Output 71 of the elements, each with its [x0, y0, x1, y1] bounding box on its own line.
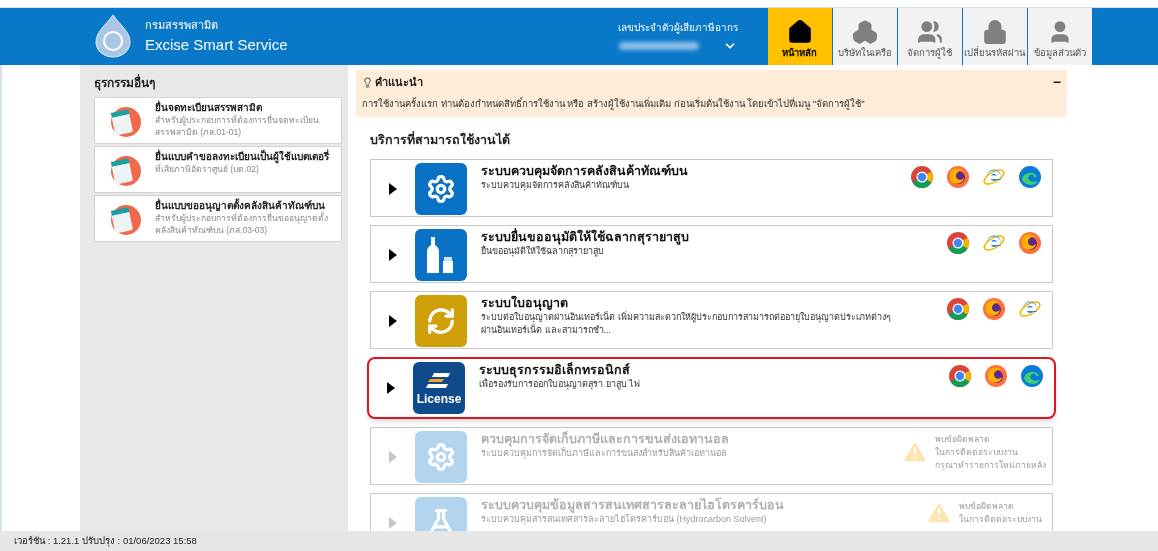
lightbulb-icon — [362, 76, 373, 88]
app-title: Excise Smart Service — [145, 34, 288, 55]
services-heading: บริการที่สามารถใช้งานได้ — [370, 130, 511, 149]
service-title: ระบบยื่นขออนุมัติให้ใช้ฉลากสุรายาสูบ — [481, 228, 690, 245]
version-text: เวอร์ชัน : 1.21.1 ปรับปรุง : 01/06/2023 15:58 — [14, 533, 197, 549]
department-name: กรมสรรพสามิต — [145, 18, 219, 33]
sidebar-item[interactable]: ยื่นจดทะเบียนสรรพสามิต สำหรับผู้ประกอบการที่ต้องการยื่นจดทะเบียนสรรพสามิต (ภส.01-01) — [94, 97, 342, 144]
sidebar-item[interactable]: ยื่นแบบคำขอลงทะเบียนเป็นผู้ใช้แบตเตอรี่ ที่เสียภาษีอัตราศูนย์ (บต.02) — [94, 146, 342, 193]
lock-icon[interactable] — [981, 18, 1008, 45]
chrome-icon — [910, 164, 934, 189]
firefox-icon — [982, 296, 1006, 321]
gear-icon — [415, 162, 467, 215]
service-description: ยื่นขออนุมัติให้ใช้ฉลากสุรายาสูบ — [481, 245, 605, 258]
service-card[interactable]: ระบบยื่นขออนุมัติให้ใช้ฉลากสุรายาสูบ ยื่นขออนุมัติให้ใช้ฉลากสุรายาสูบ — [370, 224, 1053, 283]
item-title: ยื่นจดทะเบียนสรรพสามิต — [155, 102, 263, 114]
service-title: ควบคุมการจัดเก็บภาษีและการขนส่งเอทานอล — [481, 430, 730, 447]
error-message: ในการติดต่อระบบงาน — [959, 512, 1042, 526]
service-card[interactable]: ระบบใบอนุญาต ระบบต่อใบอนุญาตผ่านอินเทอร์เน็ต เพิ่มความสะดวกให้ผู้ประกอบการสามารถต่ออายุใบอนุญาตประเภทต่างๆ ผ่านอินเทอร์เน็ต และสามารถชำ... — [370, 290, 1053, 349]
form-icon — [108, 203, 142, 237]
play-triangle-icon[interactable] — [387, 381, 395, 394]
advice-text: การใช้งานครั้งแรก ท่านต้องกำหนดสิทธิ์การใช้งาน หรือ สร้างผู้ใช้งานเพิ่มเติม ก่อนเริ่มต้นใช้งาน โดยเข้าไปที่เมนู "จัดการผู้ใช้" — [362, 96, 866, 111]
service-description: ระบบควบคุมการจัดเก็บภาษีและการขนส่งสำหรับสินค้าเอทานอล — [481, 446, 727, 460]
taxpayer-id-label: เลขประจำตัวผู้เสียภาษีอากร — [617, 21, 738, 35]
nav-tab[interactable]: บริษัทในเครือ — [832, 8, 897, 65]
error-message: พบข้อผิดพลาด — [935, 432, 991, 446]
sidebar-item[interactable]: ยื่นแบบขออนุญาตตั้งคลังสินค้าทัณฑ์บน สำหรับผู้ประกอบการที่ต้องการยื่นขออนุญาตตั้งคลังสินค้าทัณฑ์บน (ภส.03-03) — [94, 195, 342, 242]
nav-tab[interactable]: เปลี่ยนรหัสผ่าน — [962, 8, 1027, 65]
collapse-button[interactable]: − — [1052, 75, 1061, 90]
service-card[interactable]: License ระบบธุรกรรมอิเล็กทรอนิกส์ เพื่อรองรับการออกใบอนุญาตสุรา ยาสูบ ไพ่ — [367, 356, 1056, 419]
bottle-icon — [415, 228, 467, 281]
license-logo: License — [413, 361, 465, 414]
nav-tab[interactable]: หน้าหลัก — [767, 8, 832, 65]
nav-tab[interactable]: จัดการผู้ใช้ — [897, 8, 962, 65]
play-triangle-icon[interactable] — [389, 248, 397, 261]
item-description: สำหรับผู้ประกอบการที่ต้องการยื่นขออนุญาตตั้งคลังสินค้าทัณฑ์บน (ภส.03-03) — [155, 212, 329, 236]
form-icon — [108, 105, 142, 139]
error-message: กรุณาทำรายการใหม่ภายหลัง — [935, 458, 1046, 472]
chrome-icon — [948, 363, 972, 388]
service-description: ระบบต่อใบอนุญาตผ่านอินเทอร์เน็ต เพิ่มความสะดวกให้ผู้ประกอบการสามารถต่ออายุใบอนุญาตประเภทต่างๆ ผ่านอินเทอร์เน็ต และสามารถชำ... — [481, 310, 892, 337]
firefox-icon — [946, 164, 970, 189]
service-description: เพื่อรองรับการออกใบอนุญาตสุรา ยาสูบ ไพ่ — [479, 378, 641, 391]
item-description: สำหรับผู้ประกอบการที่ต้องการยื่นจดทะเบียนสรรพสามิต (ภส.01-01) — [155, 114, 320, 138]
emblem-logo — [95, 14, 131, 58]
home-icon[interactable] — [786, 18, 813, 45]
service-title: ระบบควบคุมจัดการคลังสินค้าทัณฑ์บน — [481, 162, 689, 179]
play-triangle-icon[interactable] — [389, 314, 397, 327]
error-message: ในการติดต่อระบบงาน — [935, 445, 1019, 459]
service-title: ระบบควบคุมข้อมูลสารสนเทศสารละลายไฮโดรคาร์บอน — [481, 496, 785, 513]
firefox-icon — [1018, 230, 1042, 255]
play-triangle-icon[interactable] — [389, 182, 397, 195]
refresh-icon — [415, 294, 467, 347]
edge-icon — [1020, 363, 1044, 388]
item-title: ยื่นแบบขออนุญาตตั้งคลังสินค้าทัณฑ์บน — [155, 200, 326, 212]
boxes-icon[interactable] — [851, 18, 878, 45]
item-title: ยื่นแบบคำขอลงทะเบียนเป็นผู้ใช้แบตเตอรี่ — [155, 151, 329, 163]
users-icon[interactable] — [916, 18, 943, 45]
edge-icon — [1018, 164, 1042, 189]
item-description: ที่เสียภาษีอัตราศูนย์ (บต.02) — [155, 163, 259, 175]
service-description: ระบบควบคุมสารสนเทศสารละลายไฮโดรคาร์บอน (Hydrocarbon Solvent) — [481, 512, 767, 526]
nav-tab[interactable]: ข้อมูลส่วนตัว — [1027, 8, 1092, 65]
service-card[interactable]: ระบบควบคุมจัดการคลังสินค้าทัณฑ์บน ระบบควบคุมจัดการคลังสินค้าทัณฑ์บน — [370, 158, 1053, 217]
service-description: ระบบควบคุมจัดการคลังสินค้าทัณฑ์บน — [481, 178, 629, 192]
sidebar-title: ธุรกรรมอื่นๆ — [94, 74, 156, 92]
service-title: ระบบธุรกรรมอิเล็กทรอนิกส์ — [479, 361, 631, 378]
form-icon — [108, 154, 142, 188]
chrome-icon — [946, 230, 970, 255]
error-message: พบข้อผิดพลาด — [959, 499, 1015, 513]
chrome-icon — [946, 296, 970, 321]
firefox-icon — [984, 363, 1008, 388]
service-title: ระบบใบอนุญาต — [481, 294, 568, 311]
advice-title: คำแนะนำ — [375, 75, 423, 90]
